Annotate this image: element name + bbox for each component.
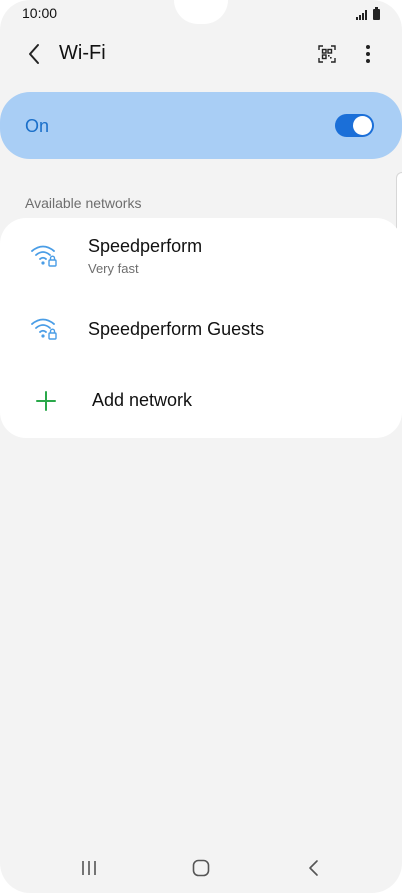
- app-header: Wi-Fi: [0, 30, 402, 80]
- recent-apps-button[interactable]: [74, 855, 104, 881]
- status-bar: 10:00: [0, 0, 402, 28]
- toggle-knob: [353, 116, 372, 135]
- add-network-row[interactable]: Add network: [0, 366, 402, 436]
- home-icon: [192, 859, 210, 877]
- battery-icon: [373, 7, 380, 20]
- networks-list: Speedperform Very fast Speedperform Gues…: [0, 218, 402, 438]
- available-networks-label: Available networks: [25, 195, 142, 211]
- wifi-lock-icon: [31, 318, 57, 340]
- phone-screen: 10:00 Wi-Fi On Available networks Speedp…: [0, 0, 402, 893]
- network-speed: Very fast: [88, 261, 139, 276]
- home-button[interactable]: [186, 855, 216, 881]
- back-button[interactable]: [20, 40, 48, 68]
- network-name: Speedperform: [88, 236, 203, 256]
- system-navigation-bar: [0, 845, 402, 893]
- more-options-button[interactable]: [354, 40, 382, 68]
- status-time: 10:00: [22, 5, 58, 21]
- network-item-speedperform-guests[interactable]: Speedperform Guests: [0, 302, 402, 366]
- signal-icon: [356, 10, 367, 20]
- nav-back-button[interactable]: [298, 855, 328, 881]
- network-name: Speedperform Guests: [88, 319, 265, 339]
- page-title: Wi-Fi: [59, 42, 106, 64]
- wifi-switch-label: On: [25, 116, 50, 136]
- network-item-speedperform[interactable]: Speedperform Very fast: [0, 218, 402, 302]
- wifi-lock-icon: [31, 245, 57, 267]
- wifi-toggle[interactable]: [335, 114, 374, 137]
- qr-scan-button[interactable]: [313, 40, 341, 68]
- wifi-master-switch-row[interactable]: On: [0, 92, 402, 159]
- back-icon: [309, 860, 318, 876]
- chevron-left-icon: [29, 44, 39, 64]
- qr-code-icon: [318, 45, 336, 63]
- recent-apps-icon: [82, 861, 96, 875]
- add-network-label: Add network: [92, 390, 193, 410]
- plus-icon: [36, 391, 56, 411]
- camera-notch: [174, 0, 228, 24]
- status-icons: [356, 6, 380, 20]
- more-vertical-icon: [366, 45, 370, 63]
